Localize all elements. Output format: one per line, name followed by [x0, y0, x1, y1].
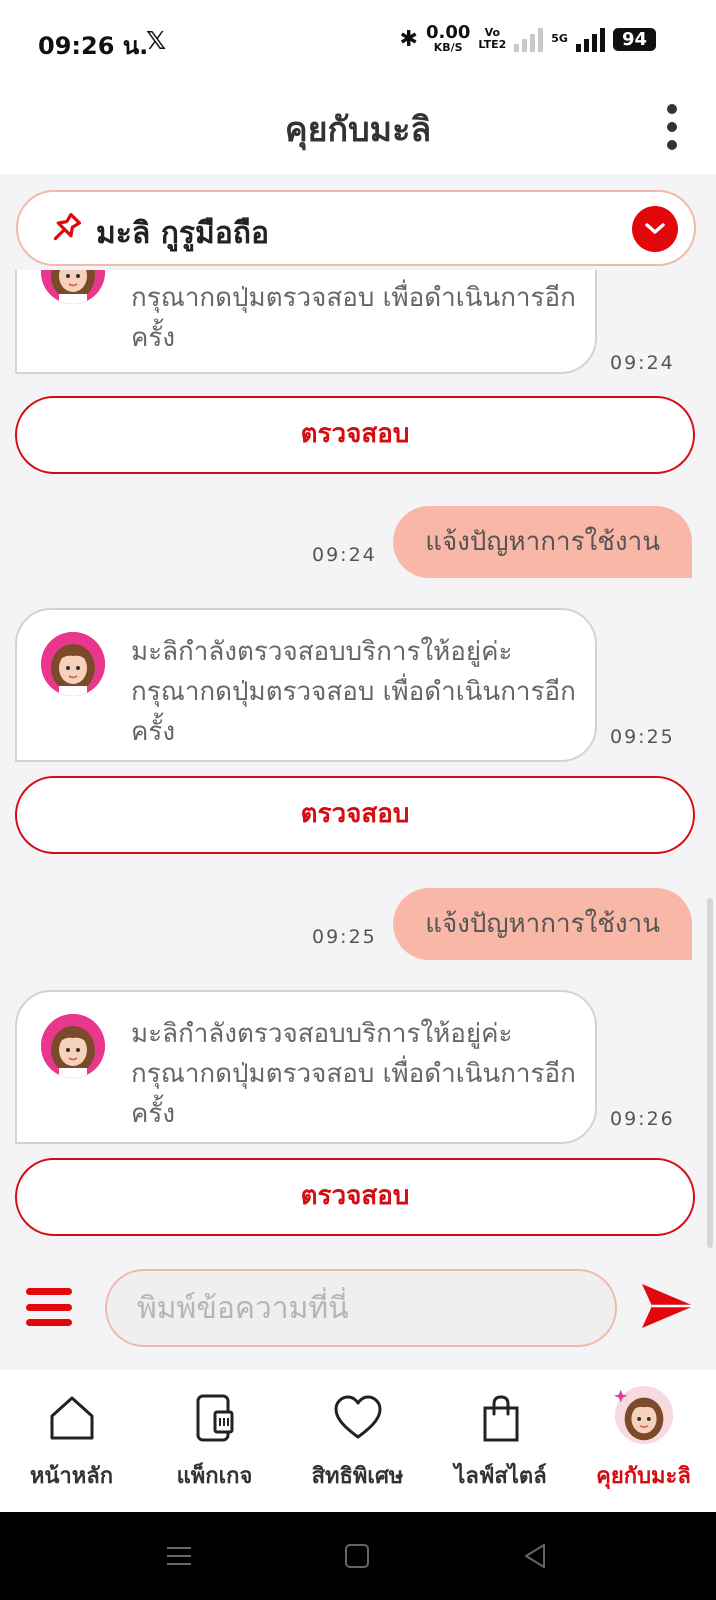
user-message: แจ้งปัญหาการใช้งาน — [393, 506, 692, 578]
bluetooth-icon: ✱ — [399, 26, 418, 52]
network-speed-value: 0.00 — [425, 22, 471, 43]
bot-message-text: มะลิกำลังตรวจสอบบริการให้อยู่ค่ะ กรุณากด… — [131, 637, 576, 747]
mali-avatar — [41, 632, 105, 696]
send-icon[interactable] — [638, 1278, 698, 1334]
status-time: 09:26 น. — [38, 32, 149, 60]
bot-message: กรุณากดปุ่มตรวจสอบ เพื่อดำเนินการอีกครั้… — [15, 270, 597, 374]
message-time: 09:26 — [610, 1108, 675, 1130]
bot-message-text: กรุณากดปุ่มตรวจสอบ เพื่อดำเนินการอีกครั้… — [131, 283, 576, 353]
message-time: 09:25 — [312, 926, 377, 948]
chat-scrollbar[interactable] — [707, 898, 713, 1248]
bot-message-text: มะลิกำลังตรวจสอบบริการให้อยู่ค่ะ กรุณากด… — [131, 1019, 576, 1129]
nav-label: คุยกับมะลิ — [596, 1464, 691, 1489]
x-app-icon: 𝕏 — [146, 26, 167, 55]
check-button[interactable]: ตรวจสอบ — [15, 1158, 695, 1236]
nav-home[interactable]: หน้าหลัก — [0, 1370, 143, 1512]
phone-sim-icon — [196, 1394, 233, 1442]
network-speed: 0.00 KB/S — [426, 24, 470, 54]
check-button[interactable]: ตรวจสอบ — [15, 776, 695, 854]
user-message: แจ้งปัญหาการใช้งาน — [393, 888, 692, 960]
message-composer — [0, 1262, 716, 1354]
home-icon — [50, 1396, 93, 1440]
mali-avatar-icon — [613, 1385, 673, 1445]
signal-sim2-icon — [575, 26, 605, 52]
hamburger-menu-icon[interactable] — [26, 1288, 72, 1326]
expand-chevron-button[interactable] — [632, 206, 678, 252]
battery-indicator: 94 — [612, 27, 656, 51]
mali-avatar — [41, 270, 105, 304]
bottom-navigation: หน้าหลัก แพ็กเกจ สิทธิพิเศษ ไลฟ์สไตล์ คุ… — [0, 1370, 716, 1512]
nav-label: แพ็กเกจ — [176, 1464, 253, 1489]
nav-label: ไลฟ์สไตล์ — [454, 1464, 547, 1489]
signal-5g-label: 5G — [551, 32, 568, 45]
message-time: 09:25 — [610, 726, 675, 748]
chat-area[interactable]: กรุณากดปุ่มตรวจสอบ เพื่อดำเนินการอีกครั้… — [0, 270, 716, 1260]
pin-icon — [53, 212, 82, 241]
pinned-title: มะลิ กูรูมือถือ — [96, 216, 269, 251]
chevron-down-icon — [645, 223, 665, 234]
app-header: คุยกับมะลิ — [0, 82, 716, 174]
nav-lifestyle[interactable]: ไลฟ์สไตล์ — [429, 1370, 572, 1512]
home-button-icon[interactable] — [341, 1540, 373, 1572]
status-indicators: ✱ 0.00 KB/S Vo LTE2 5G 94 — [400, 24, 656, 54]
bot-message: มะลิกำลังตรวจสอบบริการให้อยู่ค่ะ กรุณากด… — [15, 608, 597, 762]
message-time: 09:24 — [312, 544, 377, 566]
volte-indicator: Vo LTE2 — [478, 27, 506, 51]
mali-avatar — [41, 1014, 105, 1078]
pinned-banner[interactable]: มะลิ กูรูมือถือ — [16, 190, 696, 266]
bot-message: มะลิกำลังตรวจสอบบริการให้อยู่ค่ะ กรุณากด… — [15, 990, 597, 1144]
message-input[interactable] — [105, 1269, 617, 1347]
nav-package[interactable]: แพ็กเกจ — [143, 1370, 286, 1512]
page-title: คุยกับมะลิ — [284, 110, 432, 150]
back-icon[interactable] — [519, 1540, 551, 1572]
check-button[interactable]: ตรวจสอบ — [15, 396, 695, 474]
nav-privileges[interactable]: สิทธิพิเศษ — [286, 1370, 429, 1512]
nav-label: หน้าหลัก — [29, 1464, 114, 1489]
recent-apps-icon[interactable] — [163, 1540, 195, 1572]
heart-icon — [334, 1395, 381, 1439]
message-time: 09:24 — [610, 352, 675, 374]
shopping-bag-icon — [483, 1395, 518, 1442]
more-options-icon[interactable] — [664, 104, 680, 150]
nav-label: สิทธิพิเศษ — [311, 1464, 404, 1489]
nav-chat-mali[interactable]: คุยกับมะลิ — [572, 1370, 715, 1512]
network-speed-unit: KB/S — [433, 41, 463, 54]
status-bar: 09:26 น. 𝕏 ✱ 0.00 KB/S Vo LTE2 5G 94 — [0, 0, 716, 82]
system-navigation-bar — [0, 1512, 716, 1600]
lte-label: LTE2 — [478, 38, 507, 51]
signal-sim1-icon — [514, 26, 544, 52]
